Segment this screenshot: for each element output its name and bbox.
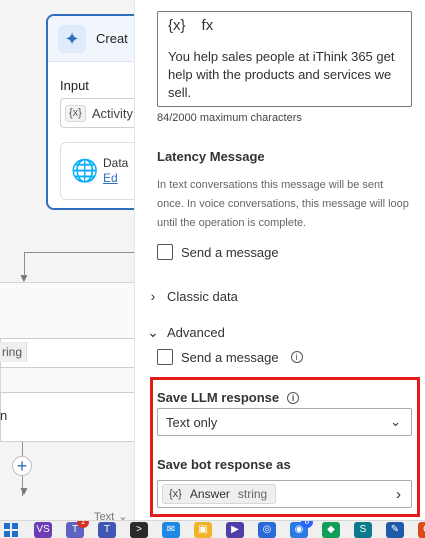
advanced-label: Advanced bbox=[167, 324, 225, 340]
teams-badge: 1 bbox=[77, 521, 89, 528]
variable-name: Answer bbox=[189, 487, 230, 501]
character-counter: 84/2000 maximum characters bbox=[157, 112, 302, 124]
canvas-area: ✦ Creat Input {x} Activity 🌐 Data Ed ▼ r… bbox=[0, 0, 140, 520]
input-chip[interactable]: {x} Activity bbox=[60, 98, 140, 128]
down-arrow-icon: ▼ bbox=[18, 484, 30, 498]
input-chip-text: Activity bbox=[91, 105, 134, 121]
save-bot-response-label: Save bot response as bbox=[157, 457, 291, 472]
save-bot-response-field[interactable]: {x} Answer string › bbox=[157, 480, 412, 508]
sparkle-icon: ✦ bbox=[64, 28, 80, 49]
properties-panel: {x} fx You help sales people at iThink 3… bbox=[134, 0, 425, 520]
create-node-card[interactable]: ✦ Creat Input {x} Activity 🌐 Data Ed bbox=[46, 14, 140, 210]
save-llm-response-value: Text only bbox=[166, 414, 218, 430]
info-icon[interactable]: i bbox=[290, 351, 303, 363]
lower-spacer-row bbox=[0, 368, 140, 392]
branch-line-horizontal bbox=[24, 252, 140, 253]
data-labels: Data Ed bbox=[103, 155, 129, 185]
chevron-down-icon: ⌄ bbox=[390, 414, 401, 429]
save-llm-response-label: Save LLM response i bbox=[157, 390, 300, 405]
variable-pill[interactable]: {x} Answer string bbox=[162, 484, 277, 504]
browser-icon[interactable]: ◎ bbox=[258, 521, 276, 538]
save-llm-response-select[interactable]: Text only ⌄ bbox=[157, 408, 412, 436]
chevron-down-icon: ⌄ bbox=[147, 324, 159, 340]
text-mode-selector[interactable]: Text ⌄ bbox=[94, 510, 128, 521]
edit-link[interactable]: Ed bbox=[103, 171, 128, 185]
data-card[interactable]: 🌐 Data Ed bbox=[60, 142, 140, 200]
function-icon[interactable]: fx bbox=[202, 18, 214, 33]
latency-send-message-checkbox[interactable] bbox=[157, 244, 173, 260]
classic-data-accordion[interactable]: › Classic data bbox=[147, 289, 238, 303]
notes-icon[interactable]: ✎ bbox=[386, 521, 404, 538]
editor-toolbar: {x} fx bbox=[168, 18, 213, 33]
info-icon[interactable]: i bbox=[287, 391, 300, 404]
latency-send-message-label: Send a message bbox=[181, 244, 279, 260]
windows-start-icon[interactable] bbox=[2, 522, 20, 538]
latency-send-message-row[interactable]: Send a message bbox=[157, 244, 279, 260]
teams-alt-icon[interactable]: T bbox=[98, 521, 116, 538]
variable-type: string bbox=[237, 487, 268, 501]
advanced-send-message-label: Send a message bbox=[181, 349, 279, 365]
input-label: Input bbox=[60, 78, 89, 93]
visual-studio-icon[interactable]: VS bbox=[34, 521, 52, 538]
latency-message-description: In text conversations this message will … bbox=[157, 179, 409, 229]
add-step-button[interactable]: + bbox=[12, 456, 32, 476]
variable-chip-icon: {x} bbox=[65, 104, 86, 122]
classic-data-label: Classic data bbox=[167, 288, 238, 304]
chevron-right-icon: › bbox=[150, 288, 156, 304]
string-tag: ring bbox=[0, 342, 28, 362]
lower-text-row bbox=[0, 392, 140, 442]
office-icon[interactable]: O bbox=[418, 521, 425, 538]
create-node-icon-wrap: ✦ bbox=[58, 24, 86, 53]
media-icon[interactable]: ▶ bbox=[226, 521, 244, 538]
teams-icon[interactable]: T1 bbox=[66, 521, 89, 538]
chevron-right-icon[interactable]: › bbox=[396, 487, 401, 502]
latency-message-title: Latency Message bbox=[157, 149, 265, 164]
prompt-text[interactable]: You help sales people at iThink 365 get … bbox=[168, 48, 403, 102]
mail-icon[interactable]: ✉ bbox=[162, 521, 180, 538]
lower-text: n bbox=[0, 408, 8, 423]
folder-icon[interactable]: ▣ bbox=[194, 521, 212, 538]
app-root: ✦ Creat Input {x} Activity 🌐 Data Ed ▼ r… bbox=[0, 0, 425, 538]
chat-badge: 8 bbox=[301, 521, 313, 528]
sharepoint-icon[interactable]: S bbox=[354, 521, 372, 538]
variable-icon[interactable]: {x} bbox=[168, 18, 186, 33]
chevron-down-icon: ⌄ bbox=[118, 511, 128, 520]
app-icon[interactable]: ◆ bbox=[322, 521, 340, 538]
prompt-editor[interactable]: {x} fx You help sales people at iThink 3… bbox=[157, 11, 412, 107]
create-node-title: Creat bbox=[96, 31, 128, 46]
save-llm-response-text: Save LLM response bbox=[157, 390, 280, 405]
chat-icon[interactable]: ◉ 8 bbox=[290, 521, 313, 538]
advanced-send-message-checkbox[interactable] bbox=[157, 349, 173, 365]
globe-icon: 🌐 bbox=[71, 158, 99, 183]
variable-icon: {x} bbox=[169, 488, 182, 500]
create-node-header: ✦ Creat bbox=[48, 16, 140, 62]
data-label: Data bbox=[103, 155, 129, 170]
taskbar: VST1T>✉▣▶◎◉8◆S✎O☎ bbox=[0, 520, 425, 538]
terminal-icon[interactable]: > bbox=[130, 521, 148, 538]
text-mode-label: Text bbox=[94, 510, 115, 521]
advanced-accordion[interactable]: ⌄ Advanced bbox=[147, 325, 225, 339]
advanced-send-message-row[interactable]: Send a message i bbox=[157, 349, 303, 365]
